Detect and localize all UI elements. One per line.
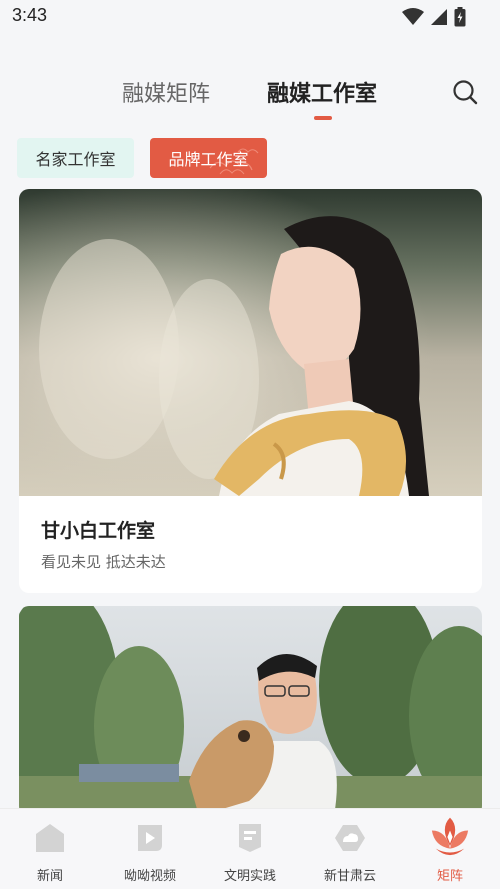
cloud-icon [335, 825, 365, 851]
studio-title: 甘小白工作室 [41, 520, 156, 542]
wifi-icon [402, 8, 424, 25]
chip-label: 名家工作室 [35, 150, 116, 169]
battery-icon [454, 7, 466, 27]
tab-active-indicator [314, 116, 332, 120]
nav-civilization[interactable]: 文明实践 [200, 809, 300, 889]
chip-label: 品牌工作室 [168, 150, 249, 169]
nav-matrix[interactable]: 矩阵 [400, 809, 500, 889]
chip-brand-studio[interactable]: 品牌工作室 [150, 138, 267, 178]
nav-label: 呦呦视频 [123, 869, 176, 884]
tab-matrix[interactable]: 融媒矩阵 [122, 76, 210, 108]
nav-label: 新甘肃云 [323, 869, 376, 884]
nav-gansu-cloud[interactable]: 新甘肃云 [300, 809, 400, 889]
signal-icon [431, 9, 447, 25]
lotus-icon [431, 817, 469, 856]
status-icons [402, 7, 466, 27]
studio-cover-photo [19, 189, 482, 496]
play-icon [138, 825, 162, 851]
house-icon [36, 824, 64, 852]
studio-subtitle: 看见未见 抵达未达 [41, 553, 166, 571]
tab-studio[interactable]: 融媒工作室 [267, 76, 377, 108]
nav-label: 矩阵 [436, 869, 463, 884]
search-button[interactable] [451, 78, 479, 106]
bookmark-icon [239, 824, 261, 852]
studio-cover-photo [19, 606, 482, 816]
status-bar: 3:43 [0, 0, 500, 34]
nav-label: 新闻 [36, 869, 63, 884]
nav-news[interactable]: 新闻 [0, 809, 100, 889]
search-icon [453, 80, 478, 105]
studio-card[interactable] [19, 606, 482, 816]
studio-card[interactable]: 甘小白工作室 看见未见 抵达未达 [19, 189, 482, 593]
top-tabs: 融媒矩阵 融媒工作室 [0, 68, 500, 128]
nav-label: 文明实践 [223, 869, 276, 884]
chip-famous-studio[interactable]: 名家工作室 [17, 138, 134, 178]
bottom-nav: 新闻 呦呦视频 文明实践 新甘肃云 矩阵 [0, 808, 500, 889]
nav-video[interactable]: 呦呦视频 [100, 809, 200, 889]
status-time: 3:43 [12, 5, 48, 25]
